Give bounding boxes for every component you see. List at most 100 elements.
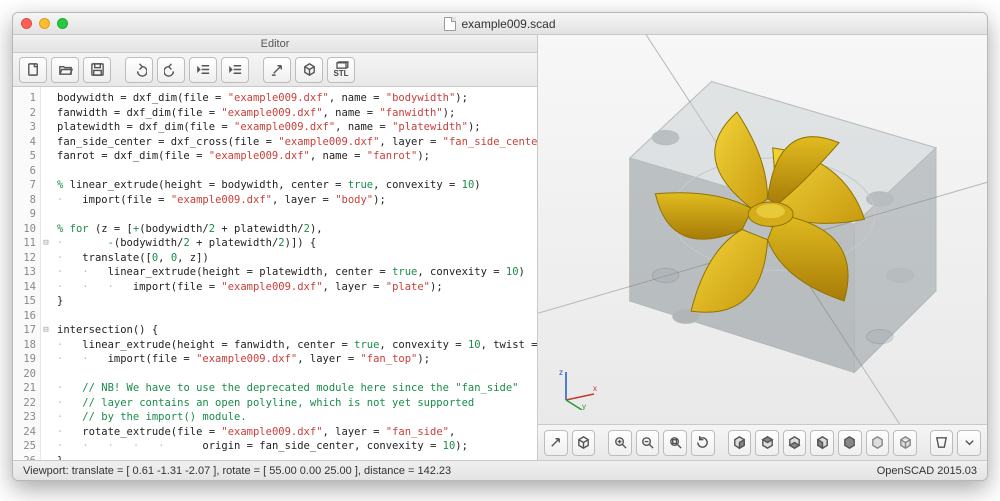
view-bottom-button[interactable] bbox=[783, 430, 807, 456]
code-line[interactable]: · import(file = "example009.dxf", layer … bbox=[57, 193, 531, 208]
content-area: Editor STL 12345678910111213141516171819… bbox=[13, 35, 987, 460]
line-number: 18 bbox=[13, 338, 36, 353]
preview-button[interactable] bbox=[263, 57, 291, 83]
fold-toggle bbox=[41, 425, 51, 440]
view-left-button[interactable] bbox=[810, 430, 834, 456]
fold-toggle bbox=[41, 178, 51, 193]
code-line[interactable]: · rotate_extrude(file = "example009.dxf"… bbox=[57, 425, 531, 440]
export-stl-button[interactable]: STL bbox=[327, 57, 355, 83]
line-number: 8 bbox=[13, 193, 36, 208]
view-top-button[interactable] bbox=[755, 430, 779, 456]
code-line[interactable]: % for (z = [+(bodywidth/2 + platewidth/2… bbox=[57, 222, 531, 237]
line-number-gutter: 1234567891011121314151617181920212223242… bbox=[13, 87, 41, 460]
fold-toggle bbox=[41, 164, 51, 179]
zoom-in-button[interactable] bbox=[608, 430, 632, 456]
code-line[interactable]: · // layer contains an open polyline, wh… bbox=[57, 396, 531, 411]
line-number: 2 bbox=[13, 106, 36, 121]
indent-button[interactable] bbox=[221, 57, 249, 83]
fold-toggle bbox=[41, 367, 51, 382]
line-number: 10 bbox=[13, 222, 36, 237]
render-button[interactable] bbox=[295, 57, 323, 83]
view-diagonal-button[interactable] bbox=[893, 430, 917, 456]
code-line[interactable] bbox=[57, 309, 531, 324]
status-bar: Viewport: translate = [ 0.61 -1.31 -2.07… bbox=[13, 460, 987, 480]
view-back-button[interactable] bbox=[866, 430, 890, 456]
code-line[interactable]: · · linear_extrude(height = platewidth, … bbox=[57, 265, 531, 280]
code-line[interactable]: platewidth = dxf_dim(file = "example009.… bbox=[57, 120, 531, 135]
zoom-out-button[interactable] bbox=[636, 430, 660, 456]
fold-toggle bbox=[41, 439, 51, 454]
fold-toggle bbox=[41, 280, 51, 295]
code-line[interactable]: } bbox=[57, 294, 531, 309]
code-line[interactable]: · // NB! We have to use the deprecated m… bbox=[57, 381, 531, 396]
code-line[interactable]: · translate([0, 0, z]) bbox=[57, 251, 531, 266]
window-title-text: example009.scad bbox=[461, 17, 555, 31]
fold-toggle[interactable]: ⊟ bbox=[41, 323, 51, 338]
fold-toggle bbox=[41, 149, 51, 164]
app-window: example009.scad Editor STL 1234567891011… bbox=[12, 12, 988, 481]
fold-toggle bbox=[41, 265, 51, 280]
line-number: 12 bbox=[13, 251, 36, 266]
line-number: 13 bbox=[13, 265, 36, 280]
line-number: 20 bbox=[13, 367, 36, 382]
preview-view-button[interactable] bbox=[544, 430, 568, 456]
fold-toggle bbox=[41, 381, 51, 396]
code-line[interactable]: · -(bodywidth/2 + platewidth/2)]) { bbox=[57, 236, 531, 251]
perspective-button[interactable] bbox=[930, 430, 954, 456]
viewer-pane: z x y bbox=[538, 35, 987, 460]
titlebar[interactable]: example009.scad bbox=[13, 13, 987, 35]
line-number: 5 bbox=[13, 149, 36, 164]
code-line[interactable]: bodywidth = dxf_dim(file = "example009.d… bbox=[57, 91, 531, 106]
code-line[interactable] bbox=[57, 164, 531, 179]
unindent-button[interactable] bbox=[189, 57, 217, 83]
line-number: 3 bbox=[13, 120, 36, 135]
code-line[interactable]: · // by the import() module. bbox=[57, 410, 531, 425]
code-line[interactable]: fanwidth = dxf_dim(file = "example009.dx… bbox=[57, 106, 531, 121]
code-line[interactable]: · · · import(file = "example009.dxf", la… bbox=[57, 280, 531, 295]
line-number: 11 bbox=[13, 236, 36, 251]
code-line[interactable]: % linear_extrude(height = bodywidth, cen… bbox=[57, 178, 531, 193]
line-number: 23 bbox=[13, 410, 36, 425]
svg-text:z: z bbox=[559, 368, 563, 377]
line-number: 16 bbox=[13, 309, 36, 324]
code-line[interactable]: · linear_extrude(height = fanwidth, cent… bbox=[57, 338, 531, 353]
save-button[interactable] bbox=[83, 57, 111, 83]
svg-text:x: x bbox=[593, 384, 597, 393]
redo-button[interactable] bbox=[157, 57, 185, 83]
code-line[interactable] bbox=[57, 207, 531, 222]
undo-button[interactable] bbox=[125, 57, 153, 83]
line-number: 25 bbox=[13, 439, 36, 454]
code-line[interactable]: fan_side_center = dxf_cross(file = "exam… bbox=[57, 135, 531, 150]
fold-toggle bbox=[41, 207, 51, 222]
new-button[interactable] bbox=[19, 57, 47, 83]
fold-toggle bbox=[41, 120, 51, 135]
fold-toggle bbox=[41, 294, 51, 309]
editor-pane: Editor STL 12345678910111213141516171819… bbox=[13, 35, 538, 460]
fold-toggle bbox=[41, 396, 51, 411]
code-line[interactable]: fanrot = dxf_dim(file = "example009.dxf"… bbox=[57, 149, 531, 164]
fold-toggle bbox=[41, 338, 51, 353]
line-number: 14 bbox=[13, 280, 36, 295]
code-line[interactable]: · · import(file = "example009.dxf", laye… bbox=[57, 352, 531, 367]
model-render bbox=[538, 35, 987, 424]
line-number: 1 bbox=[13, 91, 36, 106]
code-line[interactable] bbox=[57, 367, 531, 382]
view-right-button[interactable] bbox=[728, 430, 752, 456]
render-view-button[interactable] bbox=[572, 430, 596, 456]
fold-toggle bbox=[41, 91, 51, 106]
render-viewport[interactable]: z x y bbox=[538, 35, 987, 424]
fold-toggle[interactable]: ⊟ bbox=[41, 236, 51, 251]
open-button[interactable] bbox=[51, 57, 79, 83]
code-text[interactable]: bodywidth = dxf_dim(file = "example009.d… bbox=[51, 87, 537, 460]
code-line[interactable]: · · · · · origin = fan_side_center, conv… bbox=[57, 439, 531, 454]
fold-toggle bbox=[41, 352, 51, 367]
zoom-fit-button[interactable] bbox=[663, 430, 687, 456]
view-front-button[interactable] bbox=[838, 430, 862, 456]
line-number: 24 bbox=[13, 425, 36, 440]
reset-view-button[interactable] bbox=[691, 430, 715, 456]
more-views-button[interactable] bbox=[957, 430, 981, 456]
fold-toggle bbox=[41, 309, 51, 324]
code-line[interactable]: intersection() { bbox=[57, 323, 531, 338]
code-area[interactable]: 1234567891011121314151617181920212223242… bbox=[13, 87, 537, 460]
line-number: 4 bbox=[13, 135, 36, 150]
